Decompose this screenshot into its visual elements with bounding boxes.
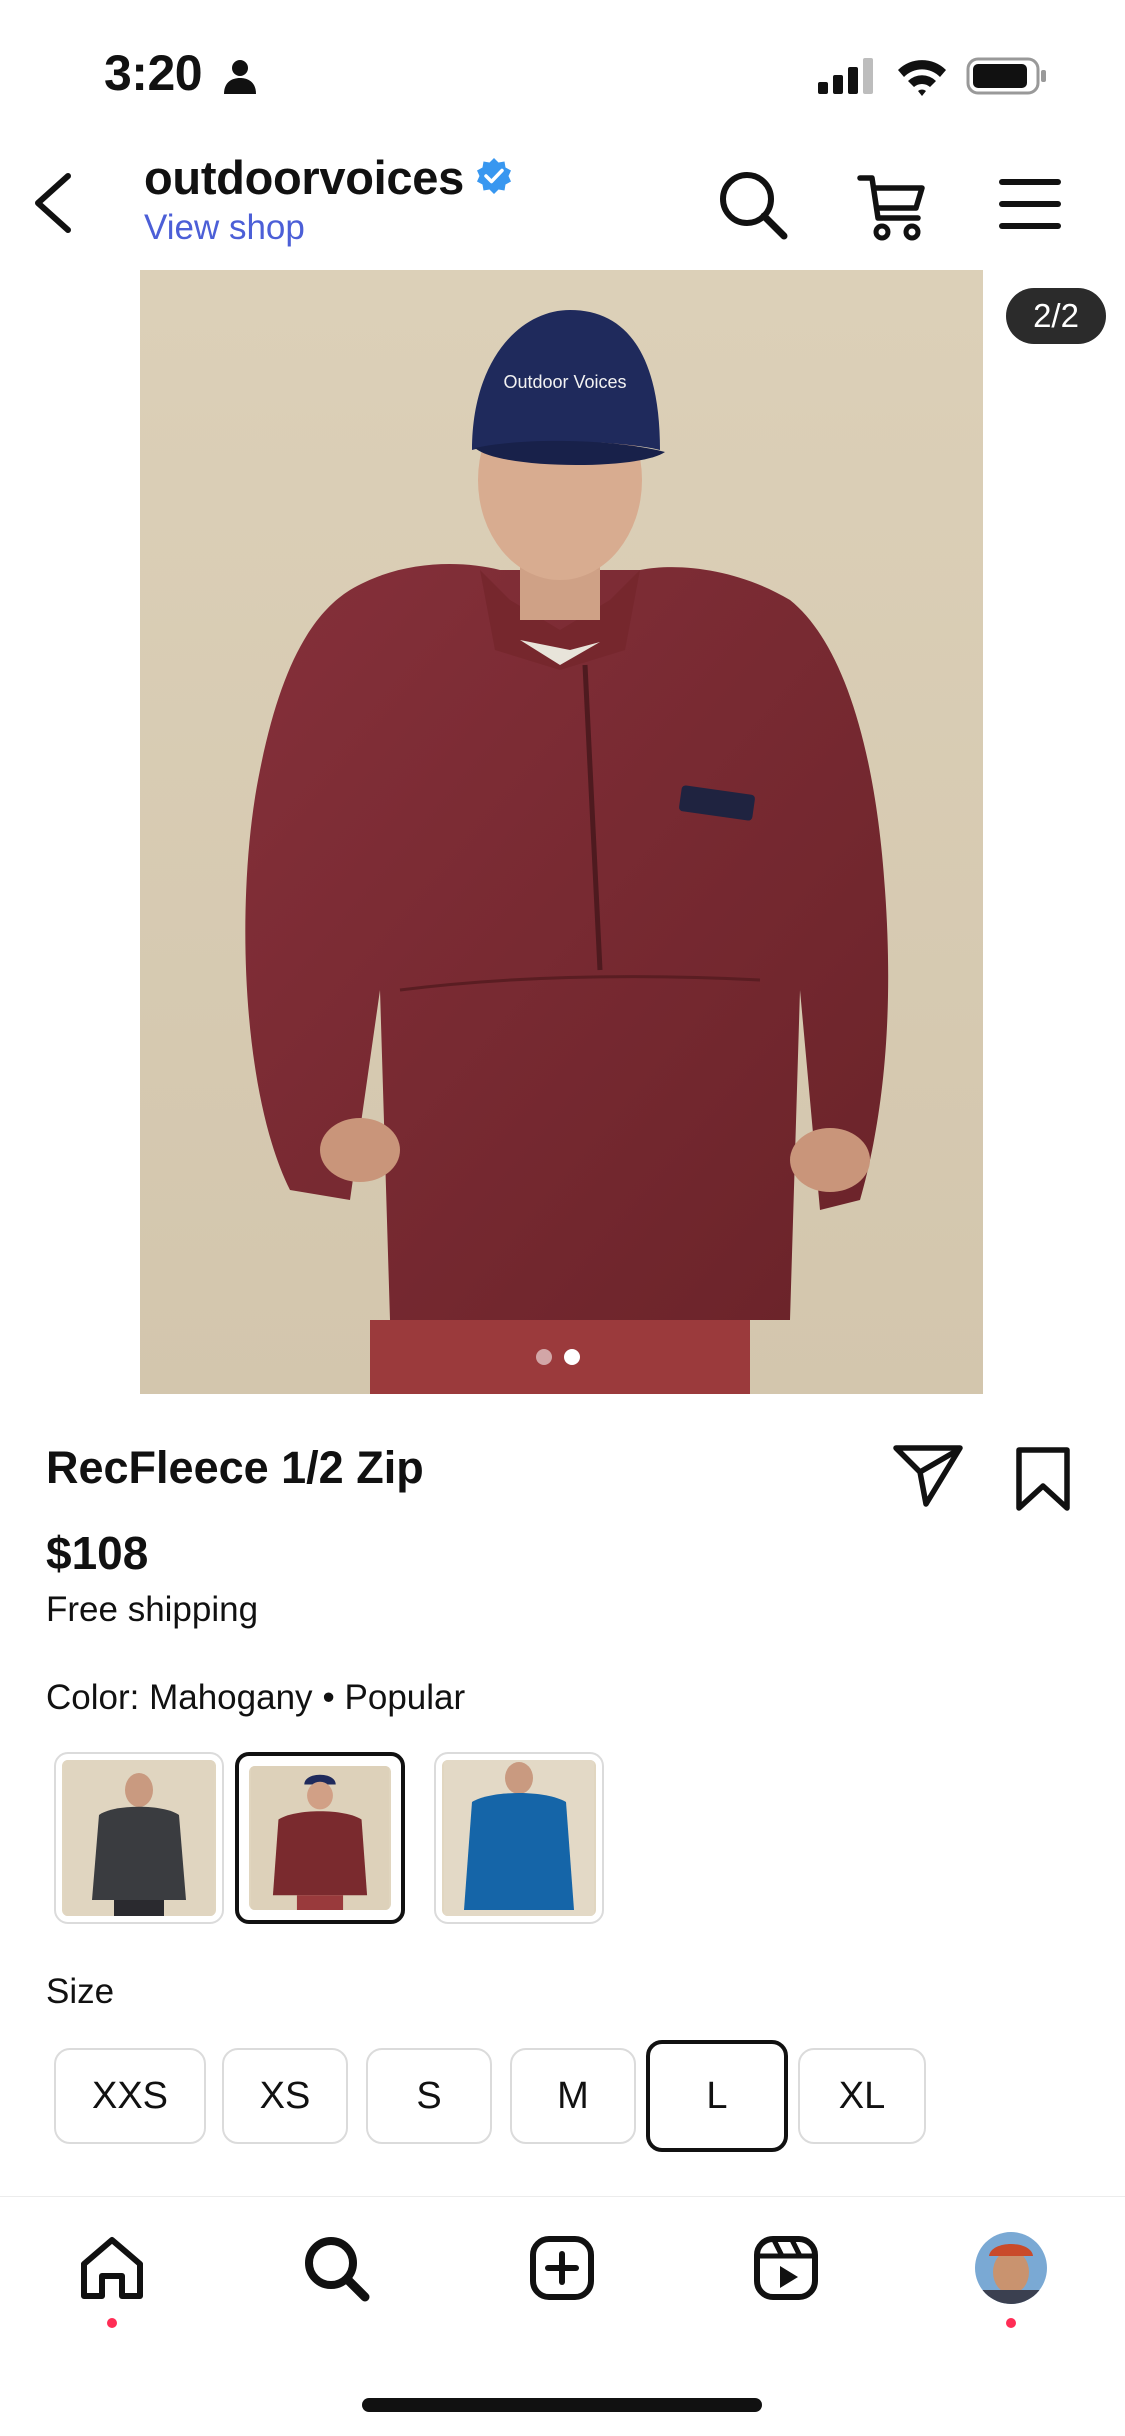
carousel-dots: [536, 1349, 580, 1365]
cart-icon[interactable]: [856, 170, 928, 242]
product-title: RecFleece 1/2 Zip: [46, 1442, 424, 1493]
product-price: $108: [46, 1527, 149, 1579]
size-option-s[interactable]: S: [366, 2048, 492, 2144]
size-option-xxs[interactable]: XXS: [54, 2048, 206, 2144]
home-notification-dot: [107, 2318, 117, 2328]
product-image[interactable]: Outdoor Voices: [140, 270, 983, 1394]
home-icon: [81, 2237, 143, 2299]
back-button[interactable]: [28, 168, 78, 238]
share-icon[interactable]: [892, 1442, 964, 1508]
color-swatch-charcoal[interactable]: [54, 1752, 224, 1924]
nav-create[interactable]: [522, 2228, 602, 2308]
carousel-dot-1[interactable]: [536, 1349, 552, 1365]
shop-name[interactable]: outdoorvoices: [144, 150, 464, 205]
create-icon: [530, 2236, 594, 2300]
size-option-l[interactable]: L: [646, 2040, 788, 2152]
signal-icon: [818, 58, 873, 94]
search-icon[interactable]: [716, 168, 790, 242]
wifi-icon: [898, 60, 946, 96]
carousel-dot-2[interactable]: [564, 1349, 580, 1365]
swatch-image-blue: [444, 1760, 594, 1916]
battery-icon: [966, 57, 1046, 95]
avatar-image: [975, 2232, 1047, 2304]
color-label: Color: Mahogany: [46, 1678, 313, 1717]
reels-icon: [754, 2236, 818, 2300]
nav-reels[interactable]: [746, 2228, 826, 2308]
profile-notification-dot: [1006, 2318, 1016, 2328]
status-time: 3:20: [104, 45, 203, 101]
nav-divider: [0, 2196, 1125, 2197]
bookmark-icon[interactable]: [1014, 1446, 1072, 1512]
profile-avatar[interactable]: [975, 2232, 1047, 2304]
popular-tag: • Popular: [322, 1678, 466, 1717]
shipping-info: Free shipping: [46, 1590, 259, 1629]
size-option-xl[interactable]: XL: [798, 2048, 926, 2144]
swatch-image-mahogany: [250, 1766, 390, 1910]
color-swatch-mahogany[interactable]: [235, 1752, 405, 1924]
verified-icon: [477, 158, 511, 194]
color-swatch-blue[interactable]: [434, 1752, 604, 1924]
size-option-m[interactable]: M: [510, 2048, 636, 2144]
page-indicator: 2/2: [1006, 288, 1106, 344]
size-option-xs[interactable]: XS: [222, 2048, 348, 2144]
menu-icon[interactable]: [998, 174, 1062, 234]
swatch-image-charcoal: [64, 1760, 214, 1916]
nav-explore[interactable]: [296, 2228, 376, 2308]
explore-icon: [305, 2237, 370, 2302]
nav-home[interactable]: [72, 2228, 152, 2308]
size-label: Size: [46, 1972, 115, 2011]
person-icon: [224, 60, 256, 94]
home-indicator: [362, 2398, 762, 2412]
color-line: Color: Mahogany • Popular: [46, 1678, 465, 1718]
model-photo: Outdoor Voices: [140, 270, 983, 1394]
cap-logo-text: Outdoor Voices: [503, 372, 626, 392]
view-shop-link[interactable]: View shop: [144, 208, 305, 248]
